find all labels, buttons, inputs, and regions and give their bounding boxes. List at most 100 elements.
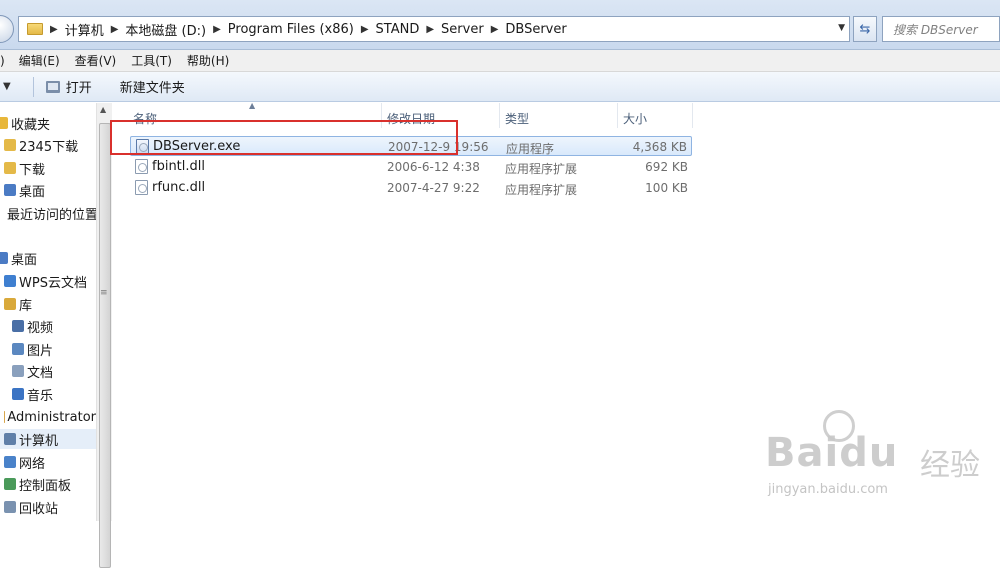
sidebar-item-label: 网络	[19, 453, 45, 472]
sidebar-item[interactable]: 2345下载	[0, 135, 96, 155]
file-name: rfunc.dll	[152, 180, 205, 195]
sidebar-item[interactable]: WPS云文档	[0, 271, 96, 291]
sidebar-item[interactable]: 桌面	[0, 248, 96, 268]
refresh-button[interactable]: ⇆	[853, 16, 877, 42]
file-name: fbintl.dll	[152, 159, 205, 174]
watermark-url: jingyan.baidu.com	[768, 482, 888, 497]
breadcrumb-separator-icon[interactable]: ▶	[361, 24, 369, 35]
folder-icon	[4, 139, 16, 151]
video-icon	[12, 320, 24, 332]
sidebar-item-label: 图片	[27, 340, 53, 359]
sidebar-item-label: 下载	[19, 159, 45, 178]
watermark-brand: Baidu	[765, 430, 898, 476]
file-row[interactable]: rfunc.dll2007-4-27 9:22应用程序扩展100 KB	[130, 178, 692, 198]
desktop-icon	[4, 184, 16, 196]
sidebar-item-label: 收藏夹	[11, 114, 50, 133]
organize-dropdown-icon[interactable]: ▼	[3, 81, 11, 92]
file-type: 应用程序	[506, 140, 554, 157]
command-bar: ▼ 打开 新建文件夹	[0, 72, 1000, 102]
sidebar-item[interactable]: Administrator	[0, 407, 96, 427]
sidebar-item[interactable]: 库	[0, 294, 96, 314]
column-divider[interactable]	[499, 103, 500, 128]
navigation-pane: 收藏夹2345下载下载桌面最近访问的位置桌面WPS云文档库视频图片文档音乐Adm…	[0, 103, 96, 521]
music-icon	[12, 388, 24, 400]
network-icon	[4, 456, 16, 468]
menu-item-tools[interactable]: 工具(T)	[131, 52, 172, 69]
file-size: 4,368 KB	[633, 140, 687, 154]
sidebar-item[interactable]: 回收站	[0, 497, 96, 517]
column-divider[interactable]	[617, 103, 618, 128]
sidebar-item-label: 音乐	[27, 385, 53, 404]
sidebar-item-label: 视频	[27, 317, 53, 336]
file-size: 692 KB	[645, 160, 688, 174]
search-input[interactable]: 搜索 DBServer	[882, 16, 1000, 42]
breadcrumb-drive-d[interactable]: 本地磁盘 (D:)	[125, 20, 206, 39]
sidebar-item-label: 2345下载	[19, 136, 78, 155]
sidebar-item[interactable]: 图片	[0, 339, 96, 359]
breadcrumb-stand[interactable]: STAND	[376, 22, 420, 37]
scroll-up-icon[interactable]: ▲	[100, 105, 106, 114]
chevron-down-icon[interactable]: ▼	[838, 23, 845, 33]
column-divider[interactable]	[692, 103, 693, 128]
file-size: 100 KB	[645, 181, 688, 195]
documents-icon	[12, 365, 24, 377]
sidebar-item-label: 桌面	[19, 181, 45, 200]
breadcrumb-server[interactable]: Server	[441, 22, 484, 37]
menu-item-file-tail[interactable]: )	[0, 54, 5, 68]
breadcrumb-separator-icon[interactable]: ▶	[213, 24, 221, 35]
breadcrumb-separator-icon[interactable]: ▶	[50, 24, 58, 35]
breadcrumb-computer[interactable]: 计算机	[65, 20, 104, 39]
toolbar-divider	[33, 77, 34, 97]
sidebar-item[interactable]: 最近访问的位置	[0, 203, 96, 223]
baidu-jingyan-watermark: Baidu 经验 jingyan.baidu.com	[765, 410, 995, 510]
breadcrumb-separator-icon[interactable]: ▶	[111, 24, 119, 35]
sidebar-item[interactable]: 视频	[0, 316, 96, 336]
open-label: 打开	[66, 77, 92, 96]
open-button[interactable]: 打开	[46, 77, 92, 96]
dll-icon	[135, 159, 148, 174]
sidebar-item[interactable]: 下载	[0, 158, 96, 178]
menu-bar: ) 编辑(E) 查看(V) 工具(T) 帮助(H)	[0, 50, 1000, 72]
computer-icon	[4, 433, 16, 445]
nav-scrollbar-thumb[interactable]	[99, 123, 111, 568]
sidebar-item-label: 最近访问的位置	[7, 204, 98, 223]
sidebar-item[interactable]: 计算机	[0, 429, 96, 449]
sidebar-item-label: 回收站	[19, 498, 58, 517]
breadcrumb-separator-icon[interactable]: ▶	[426, 24, 434, 35]
star-icon	[0, 117, 8, 129]
sidebar-item-label: 桌面	[11, 249, 37, 268]
folder-icon	[27, 23, 43, 35]
watermark-suffix: 经验	[920, 440, 980, 484]
column-header-type[interactable]: 类型	[505, 110, 529, 127]
menu-item-edit[interactable]: 编辑(E)	[19, 52, 60, 69]
breadcrumb-program-files[interactable]: Program Files (x86)	[228, 22, 354, 37]
back-button[interactable]	[0, 15, 14, 43]
sidebar-item[interactable]: 桌面	[0, 180, 96, 200]
pictures-icon	[12, 343, 24, 355]
breadcrumb-separator-icon[interactable]: ▶	[491, 24, 499, 35]
control-panel-icon	[4, 478, 16, 490]
sidebar-item-label: 库	[19, 295, 32, 314]
sidebar-item-label: WPS云文档	[19, 272, 87, 291]
sidebar-item[interactable]: 音乐	[0, 384, 96, 404]
new-folder-label: 新建文件夹	[120, 77, 185, 96]
address-bar[interactable]: ▶ 计算机 ▶ 本地磁盘 (D:) ▶ Program Files (x86) …	[18, 16, 850, 42]
menu-item-view[interactable]: 查看(V)	[75, 52, 117, 69]
recycle-bin-icon	[4, 501, 16, 513]
address-row: ▶ 计算机 ▶ 本地磁盘 (D:) ▶ Program Files (x86) …	[0, 0, 1000, 50]
dll-icon	[135, 180, 148, 195]
sidebar-item[interactable]: 控制面板	[0, 474, 96, 494]
breadcrumb-dbserver[interactable]: DBServer	[505, 22, 566, 37]
file-row[interactable]: fbintl.dll2006-6-12 4:38应用程序扩展692 KB	[130, 157, 692, 177]
file-type: 应用程序扩展	[505, 160, 577, 177]
file-type: 应用程序扩展	[505, 181, 577, 198]
new-folder-button[interactable]: 新建文件夹	[120, 77, 185, 96]
menu-item-help[interactable]: 帮助(H)	[187, 52, 229, 69]
sidebar-item[interactable]: 网络	[0, 452, 96, 472]
sidebar-item[interactable]: 收藏夹	[0, 113, 96, 133]
sidebar-item[interactable]: 文档	[0, 361, 96, 381]
breadcrumb: ▶ 计算机 ▶ 本地磁盘 (D:) ▶ Program Files (x86) …	[43, 20, 567, 39]
nav-scrollbar[interactable]: ▲ ≡	[96, 103, 112, 521]
column-header-size[interactable]: 大小	[623, 110, 647, 127]
sidebar-item-label: 文档	[27, 362, 53, 381]
